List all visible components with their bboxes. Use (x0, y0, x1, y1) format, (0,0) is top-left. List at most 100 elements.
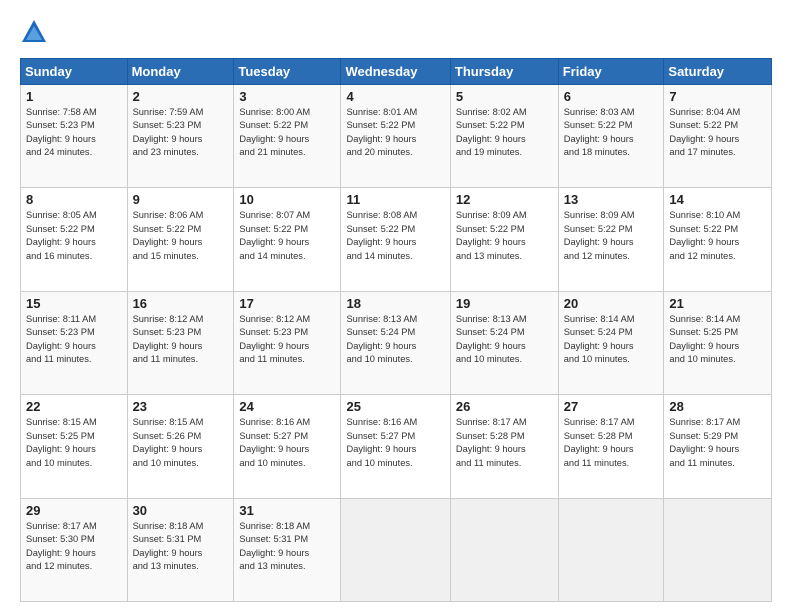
calendar-cell: 25 Sunrise: 8:16 AMSunset: 5:27 PMDayligh… (341, 395, 450, 498)
cell-info: Sunrise: 8:16 AMSunset: 5:27 PMDaylight:… (346, 416, 444, 470)
calendar-cell: 22 Sunrise: 8:15 AMSunset: 5:25 PMDayligh… (21, 395, 128, 498)
day-number: 14 (669, 192, 766, 207)
weekday-header-saturday: Saturday (664, 59, 772, 85)
calendar-cell (558, 498, 664, 601)
calendar-cell (341, 498, 450, 601)
calendar-cell: 3 Sunrise: 8:00 AMSunset: 5:22 PMDaylight… (234, 85, 341, 188)
calendar-cell: 1 Sunrise: 7:58 AMSunset: 5:23 PMDaylight… (21, 85, 128, 188)
day-number: 16 (133, 296, 229, 311)
cell-info: Sunrise: 8:10 AMSunset: 5:22 PMDaylight:… (669, 209, 766, 263)
cell-info: Sunrise: 8:18 AMSunset: 5:31 PMDaylight:… (239, 520, 335, 574)
day-number: 27 (564, 399, 659, 414)
cell-info: Sunrise: 8:13 AMSunset: 5:24 PMDaylight:… (456, 313, 553, 367)
calendar-cell: 29Sunrise: 8:17 AMSunset: 5:30 PMDayligh… (21, 498, 128, 601)
cell-info: Sunrise: 8:02 AMSunset: 5:22 PMDaylight:… (456, 106, 553, 160)
cell-info: Sunrise: 8:00 AMSunset: 5:22 PMDaylight:… (239, 106, 335, 160)
calendar-cell: 16Sunrise: 8:12 AMSunset: 5:23 PMDayligh… (127, 291, 234, 394)
day-number: 22 (26, 399, 122, 414)
day-number: 26 (456, 399, 553, 414)
cell-info: Sunrise: 8:05 AMSunset: 5:22 PMDaylight:… (26, 209, 122, 263)
calendar-cell: 12Sunrise: 8:09 AMSunset: 5:22 PMDayligh… (450, 188, 558, 291)
calendar-header: SundayMondayTuesdayWednesdayThursdayFrid… (21, 59, 772, 85)
day-number: 3 (239, 89, 335, 104)
day-number: 20 (564, 296, 659, 311)
day-number: 5 (456, 89, 553, 104)
weekday-header-sunday: Sunday (21, 59, 128, 85)
cell-info: Sunrise: 8:11 AMSunset: 5:23 PMDaylight:… (26, 313, 122, 367)
cell-info: Sunrise: 8:06 AMSunset: 5:22 PMDaylight:… (133, 209, 229, 263)
calendar-cell: 17Sunrise: 8:12 AMSunset: 5:23 PMDayligh… (234, 291, 341, 394)
cell-info: Sunrise: 8:09 AMSunset: 5:22 PMDaylight:… (564, 209, 659, 263)
calendar-cell: 6Sunrise: 8:03 AMSunset: 5:22 PMDaylight… (558, 85, 664, 188)
day-number: 1 (26, 89, 122, 104)
cell-info: Sunrise: 8:14 AMSunset: 5:24 PMDaylight:… (564, 313, 659, 367)
cell-info: Sunrise: 8:12 AMSunset: 5:23 PMDaylight:… (239, 313, 335, 367)
cell-info: Sunrise: 8:07 AMSunset: 5:22 PMDaylight:… (239, 209, 335, 263)
calendar-cell: 20 Sunrise: 8:14 AMSunset: 5:24 PMDayligh… (558, 291, 664, 394)
page: SundayMondayTuesdayWednesdayThursdayFrid… (0, 0, 792, 612)
cell-info: Sunrise: 8:08 AMSunset: 5:22 PMDaylight:… (346, 209, 444, 263)
day-number: 4 (346, 89, 444, 104)
calendar-cell: 26 Sunrise: 8:17 AMSunset: 5:28 PMDayligh… (450, 395, 558, 498)
cell-info: Sunrise: 8:14 AMSunset: 5:25 PMDaylight:… (669, 313, 766, 367)
cell-info: Sunrise: 8:16 AMSunset: 5:27 PMDaylight:… (239, 416, 335, 470)
cell-info: Sunrise: 8:17 AMSunset: 5:28 PMDaylight:… (456, 416, 553, 470)
day-number: 18 (346, 296, 444, 311)
day-number: 15 (26, 296, 122, 311)
day-number: 11 (346, 192, 444, 207)
calendar-cell: 5 Sunrise: 8:02 AMSunset: 5:22 PMDaylight… (450, 85, 558, 188)
day-number: 24 (239, 399, 335, 414)
cell-info: Sunrise: 8:15 AMSunset: 5:26 PMDaylight:… (133, 416, 229, 470)
calendar-cell: 19 Sunrise: 8:13 AMSunset: 5:24 PMDayligh… (450, 291, 558, 394)
calendar-cell: 10 Sunrise: 8:07 AMSunset: 5:22 PMDayligh… (234, 188, 341, 291)
cell-info: Sunrise: 8:17 AMSunset: 5:28 PMDaylight:… (564, 416, 659, 470)
cell-info: Sunrise: 7:59 AMSunset: 5:23 PMDaylight:… (133, 106, 229, 160)
weekday-header-thursday: Thursday (450, 59, 558, 85)
day-number: 2 (133, 89, 229, 104)
logo (20, 18, 52, 46)
week-row-1: 1 Sunrise: 7:58 AMSunset: 5:23 PMDaylight… (21, 85, 772, 188)
calendar-cell: 23Sunrise: 8:15 AMSunset: 5:26 PMDayligh… (127, 395, 234, 498)
header (20, 18, 772, 46)
cell-info: Sunrise: 8:01 AMSunset: 5:22 PMDaylight:… (346, 106, 444, 160)
calendar-cell: 8Sunrise: 8:05 AMSunset: 5:22 PMDaylight… (21, 188, 128, 291)
day-number: 13 (564, 192, 659, 207)
day-number: 7 (669, 89, 766, 104)
day-number: 28 (669, 399, 766, 414)
calendar-cell (664, 498, 772, 601)
day-number: 31 (239, 503, 335, 518)
week-row-5: 29Sunrise: 8:17 AMSunset: 5:30 PMDayligh… (21, 498, 772, 601)
day-number: 30 (133, 503, 229, 518)
cell-info: Sunrise: 8:04 AMSunset: 5:22 PMDaylight:… (669, 106, 766, 160)
day-number: 19 (456, 296, 553, 311)
calendar-cell: 18 Sunrise: 8:13 AMSunset: 5:24 PMDayligh… (341, 291, 450, 394)
day-number: 10 (239, 192, 335, 207)
weekday-header-friday: Friday (558, 59, 664, 85)
week-row-2: 8Sunrise: 8:05 AMSunset: 5:22 PMDaylight… (21, 188, 772, 291)
calendar: SundayMondayTuesdayWednesdayThursdayFrid… (20, 58, 772, 602)
calendar-cell: 2 Sunrise: 7:59 AMSunset: 5:23 PMDaylight… (127, 85, 234, 188)
day-number: 25 (346, 399, 444, 414)
calendar-cell: 30Sunrise: 8:18 AMSunset: 5:31 PMDayligh… (127, 498, 234, 601)
calendar-body: 1 Sunrise: 7:58 AMSunset: 5:23 PMDaylight… (21, 85, 772, 602)
calendar-cell: 31 Sunrise: 8:18 AMSunset: 5:31 PMDayligh… (234, 498, 341, 601)
cell-info: Sunrise: 7:58 AMSunset: 5:23 PMDaylight:… (26, 106, 122, 160)
calendar-cell: 7 Sunrise: 8:04 AMSunset: 5:22 PMDaylight… (664, 85, 772, 188)
calendar-cell: 4 Sunrise: 8:01 AMSunset: 5:22 PMDaylight… (341, 85, 450, 188)
logo-icon (20, 18, 48, 46)
weekday-header-wednesday: Wednesday (341, 59, 450, 85)
calendar-cell: 15 Sunrise: 8:11 AMSunset: 5:23 PMDayligh… (21, 291, 128, 394)
day-number: 9 (133, 192, 229, 207)
calendar-cell: 24 Sunrise: 8:16 AMSunset: 5:27 PMDayligh… (234, 395, 341, 498)
calendar-cell (450, 498, 558, 601)
week-row-4: 22 Sunrise: 8:15 AMSunset: 5:25 PMDayligh… (21, 395, 772, 498)
day-number: 6 (564, 89, 659, 104)
cell-info: Sunrise: 8:15 AMSunset: 5:25 PMDaylight:… (26, 416, 122, 470)
day-number: 29 (26, 503, 122, 518)
cell-info: Sunrise: 8:13 AMSunset: 5:24 PMDaylight:… (346, 313, 444, 367)
week-row-3: 15 Sunrise: 8:11 AMSunset: 5:23 PMDayligh… (21, 291, 772, 394)
weekday-header-monday: Monday (127, 59, 234, 85)
cell-info: Sunrise: 8:17 AMSunset: 5:29 PMDaylight:… (669, 416, 766, 470)
calendar-cell: 21Sunrise: 8:14 AMSunset: 5:25 PMDayligh… (664, 291, 772, 394)
calendar-cell: 27 Sunrise: 8:17 AMSunset: 5:28 PMDayligh… (558, 395, 664, 498)
